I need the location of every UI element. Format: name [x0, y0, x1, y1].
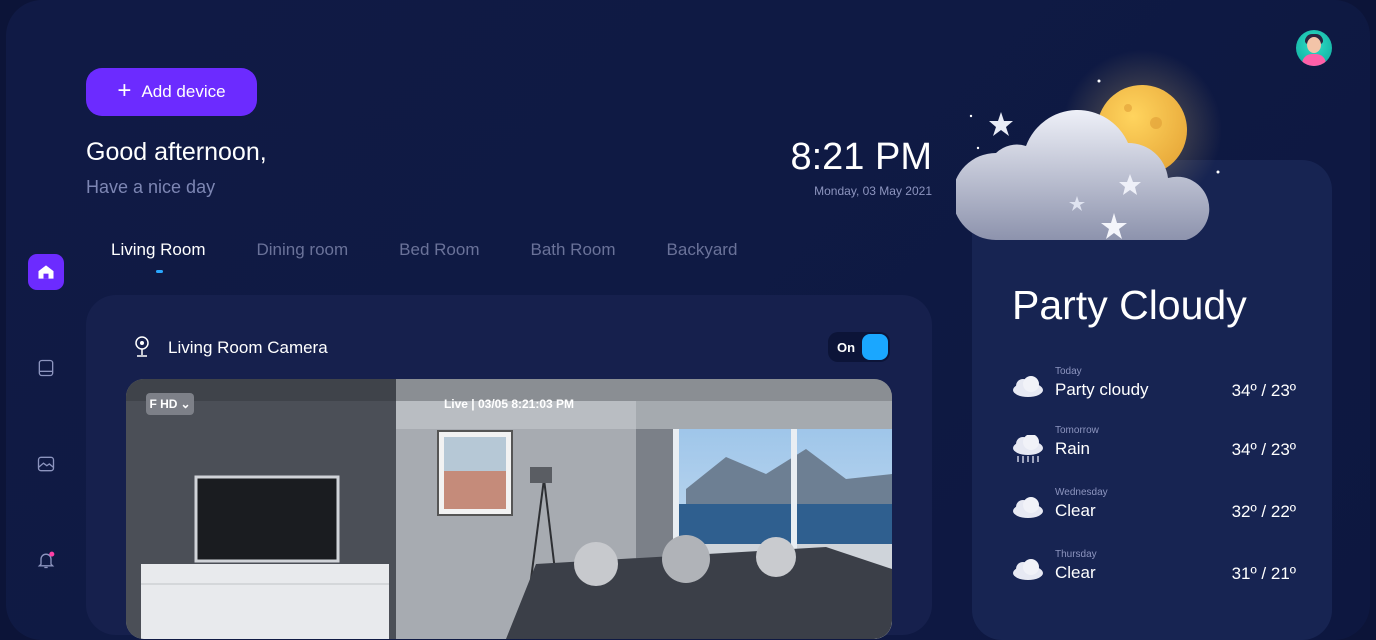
forecast-temp: 34º / 23º — [1231, 381, 1296, 400]
camera-card: Living Room Camera On F HD ⌄ Live | 03/0… — [86, 295, 932, 639]
camera-toggle[interactable]: On — [828, 332, 890, 362]
sidebar-item-notifications[interactable] — [28, 542, 64, 578]
clock-date: Monday, 03 May 2021 — [814, 184, 932, 198]
forecast-condition: Clear — [1055, 501, 1096, 520]
sidebar-item-devices[interactable] — [28, 350, 64, 386]
living-room-image — [126, 379, 892, 639]
cloud-icon — [1013, 559, 1043, 580]
room-tabs: Living Room Dining room Bed Room Bath Ro… — [111, 240, 738, 273]
app-frame: + Add device Good afternoon, Have a nice… — [6, 0, 1370, 640]
plus-icon: + — [117, 77, 132, 104]
tab-bed-room[interactable]: Bed Room — [399, 240, 479, 260]
forecast-temp: 32º / 22º — [1231, 502, 1296, 521]
forecast-row: Wednesday Clear 32º / 22º — [1010, 487, 1300, 531]
forecast-day: Today — [1055, 366, 1082, 377]
tab-living-room[interactable]: Living Room — [111, 240, 206, 273]
tab-dining-room[interactable]: Dining room — [257, 240, 349, 260]
camera-title: Living Room Camera — [168, 338, 328, 357]
toggle-knob — [862, 334, 888, 360]
forecast-day: Wednesday — [1055, 487, 1108, 498]
forecast-day: Thursday — [1055, 549, 1097, 560]
forecast-temp: 34º / 23º — [1231, 440, 1296, 459]
greeting-title: Good afternoon, — [86, 138, 267, 166]
sidebar-item-gallery[interactable] — [28, 446, 64, 482]
camera-icon — [135, 336, 149, 357]
sidebar-item-home[interactable] — [28, 254, 64, 290]
live-timestamp: Live | 03/05 8:21:03 PM — [443, 397, 575, 411]
greeting-subtitle: Have a nice day — [86, 177, 216, 197]
image-icon — [37, 456, 55, 472]
bell-icon — [37, 551, 55, 569]
add-device-button[interactable]: + Add device — [86, 68, 257, 116]
forecast-day: Tomorrow — [1055, 425, 1099, 436]
forecast-row: Today Party cloudy 34º / 23º — [1010, 366, 1300, 410]
forecast-row: Tomorrow Rain 34º / 23º — [1010, 425, 1300, 469]
home-icon — [38, 265, 54, 279]
toggle-label: On — [837, 340, 856, 355]
forecast-row: Thursday Clear 31º / 21º — [1010, 549, 1300, 593]
partly-cloudy-icon — [1013, 376, 1043, 397]
tablet-icon — [38, 359, 54, 377]
tab-bath-room[interactable]: Bath Room — [530, 240, 615, 260]
add-device-label: Add device — [141, 82, 226, 101]
moon-cloud-illustration — [956, 50, 1222, 240]
camera-feed[interactable]: F HD ⌄ Live | 03/05 8:21:03 PM — [126, 379, 892, 639]
forecast-condition: Party cloudy — [1055, 380, 1149, 399]
weather-title: Party Cloudy — [1012, 282, 1247, 328]
rain-icon — [1013, 435, 1043, 463]
cloud-icon — [1013, 497, 1043, 518]
forecast-temp: 31º / 21º — [1231, 564, 1296, 583]
tab-backyard[interactable]: Backyard — [667, 240, 738, 260]
user-avatar[interactable] — [1296, 30, 1332, 66]
forecast-condition: Rain — [1055, 439, 1090, 458]
forecast-condition: Clear — [1055, 563, 1096, 582]
clock-time: 8:21 PM — [790, 136, 932, 178]
